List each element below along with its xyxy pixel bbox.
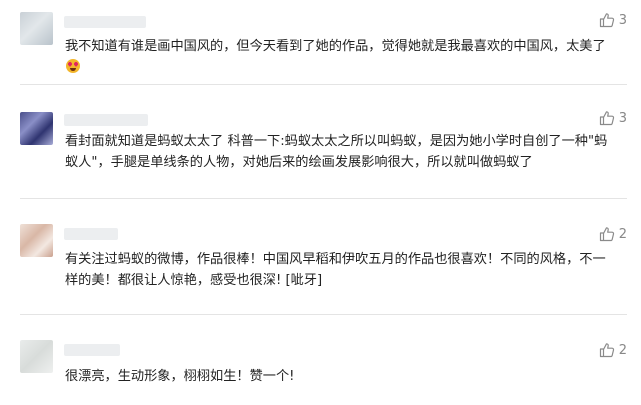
- like-button[interactable]: 3: [599, 110, 627, 126]
- divider: [20, 198, 627, 199]
- like-button[interactable]: 3: [599, 12, 627, 28]
- avatar[interactable]: [20, 224, 53, 257]
- thumbs-up-icon: [599, 343, 614, 358]
- avatar[interactable]: [20, 112, 53, 145]
- avatar[interactable]: [20, 12, 53, 45]
- like-count: 3: [618, 12, 627, 28]
- comment-text: 很漂亮，生动形象，栩栩如生！赞一个!: [65, 369, 295, 384]
- divider: [20, 84, 627, 85]
- username-blurred[interactable]: [64, 114, 148, 126]
- like-button[interactable]: 2: [599, 342, 627, 358]
- like-count: 2: [618, 342, 627, 358]
- username-blurred[interactable]: [64, 16, 146, 28]
- comment-text: 有关注过蚂蚁的微博，作品很棒！中国风早稻和伊吹五月的作品也很喜欢！不同的风格，不…: [65, 252, 606, 288]
- thumbs-up-icon: [599, 13, 614, 28]
- like-count: 2: [618, 226, 627, 242]
- heart-eyes-emoji: [66, 59, 80, 73]
- thumbs-up-icon: [599, 227, 614, 242]
- like-count: 3: [618, 110, 627, 126]
- like-button[interactable]: 2: [599, 226, 627, 242]
- divider: [20, 314, 627, 315]
- avatar[interactable]: [20, 340, 53, 373]
- comment-text: 看封面就知道是蚂蚁太太了 科普一下:蚂蚁太太之所以叫蚂蚁，是因为她小学时自创了一…: [65, 134, 608, 170]
- thumbs-up-icon: [599, 111, 614, 126]
- comment-text: 我不知道有谁是画中国风的，但今天看到了她的作品，觉得她就是我最喜欢的中国风，太美…: [65, 36, 613, 78]
- username-blurred[interactable]: [64, 344, 120, 356]
- username-blurred[interactable]: [64, 228, 118, 240]
